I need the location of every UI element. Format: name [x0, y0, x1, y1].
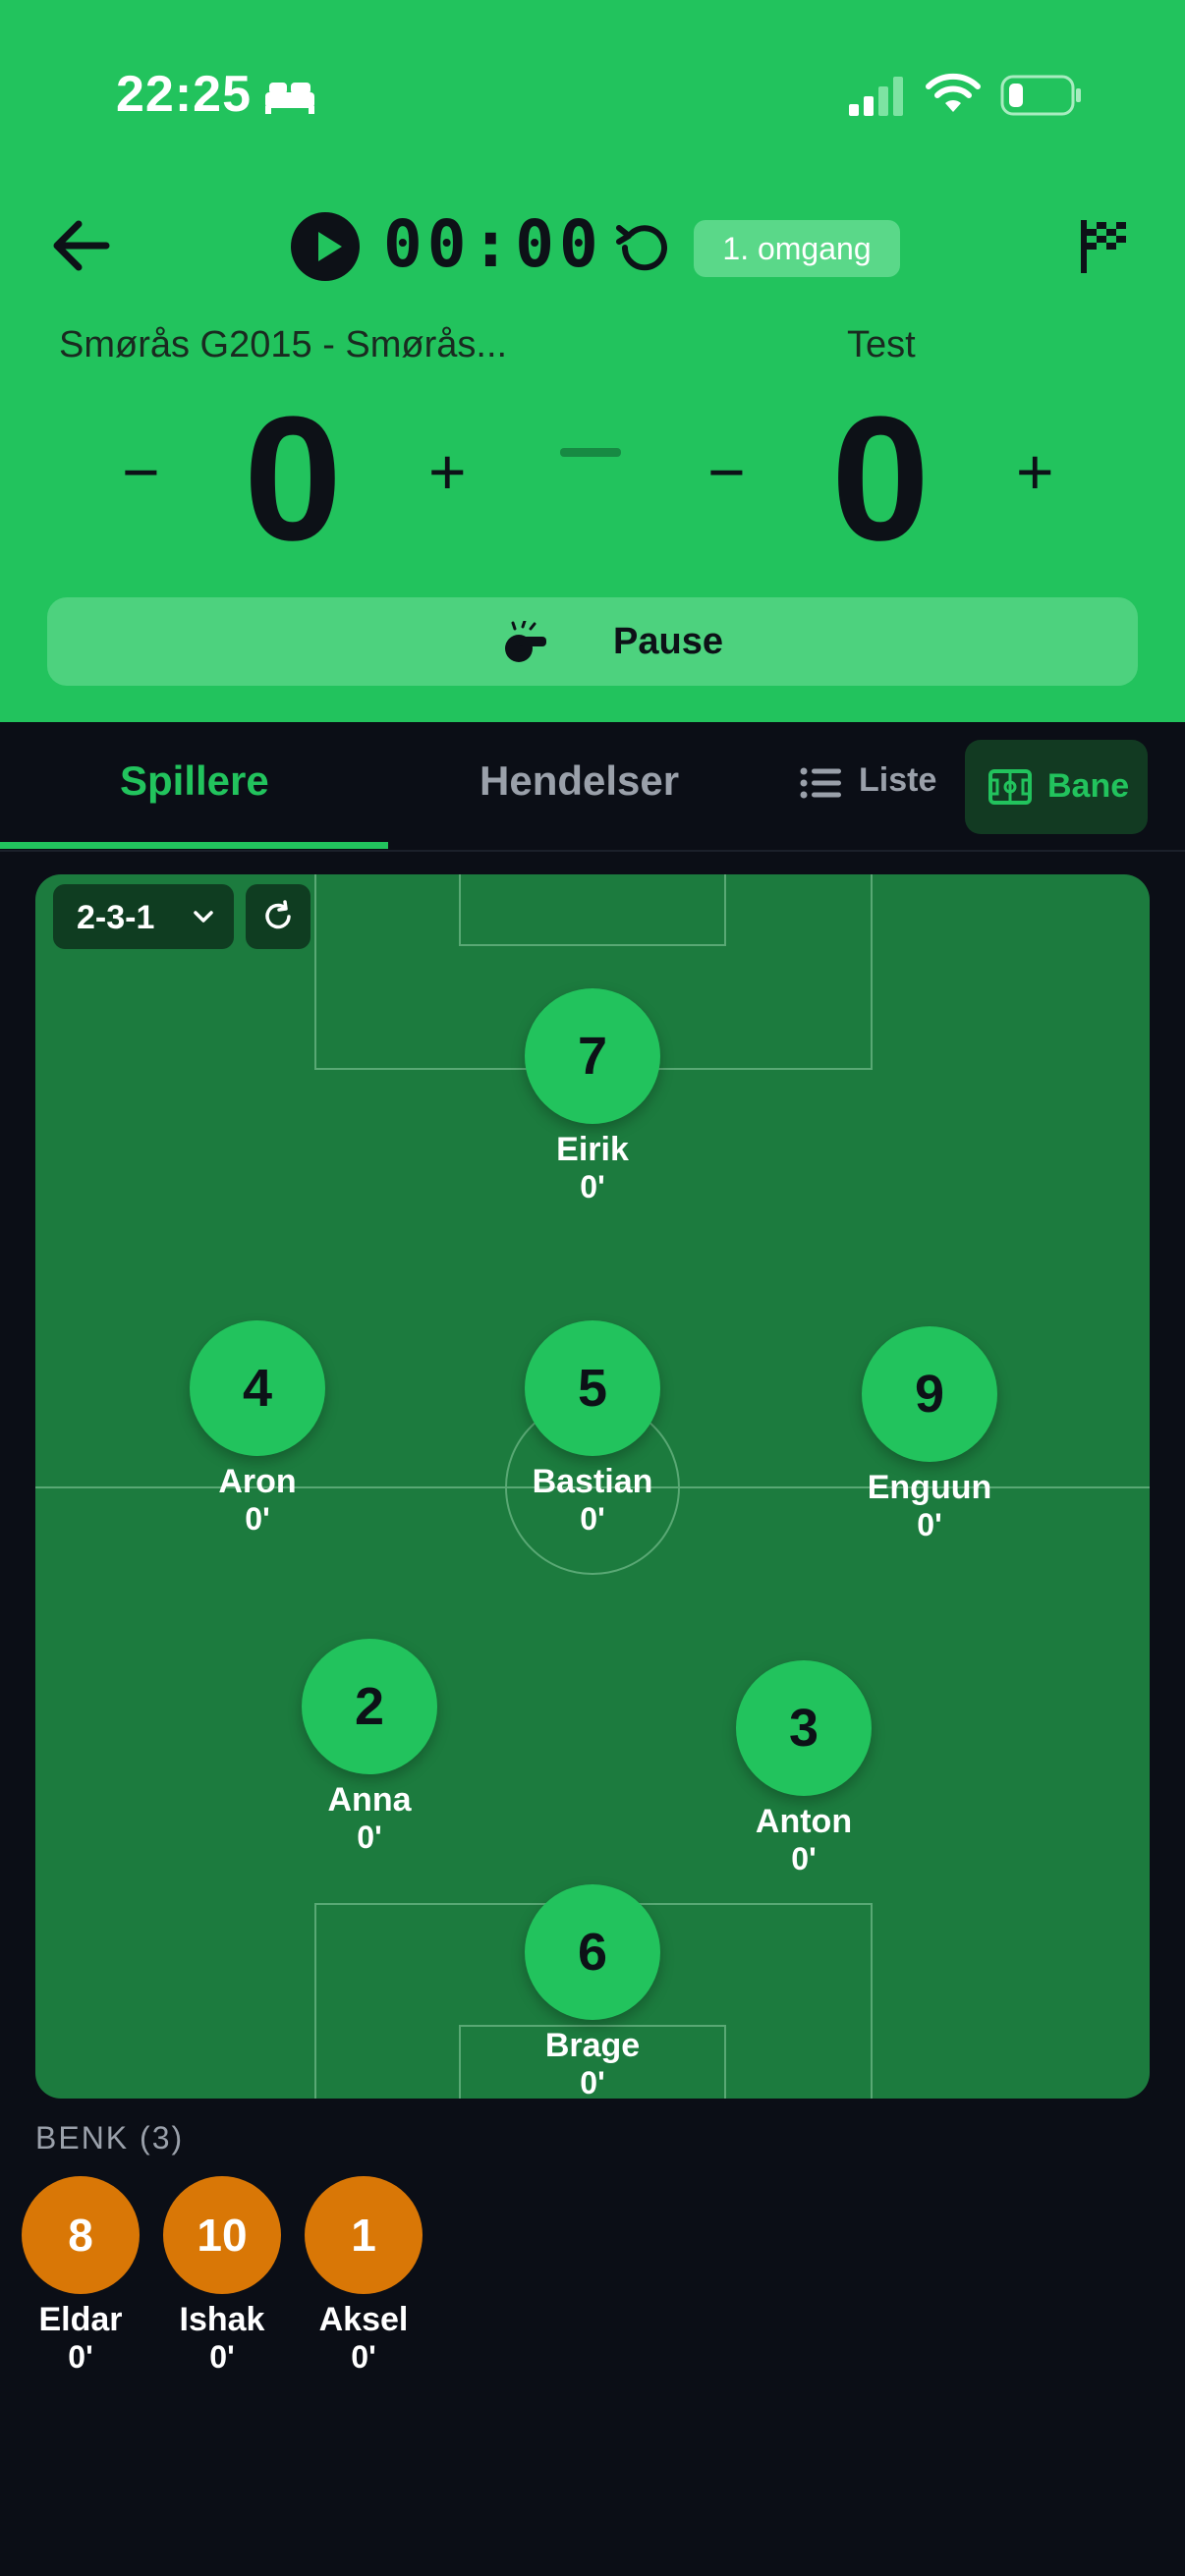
player-name: Aron — [218, 1463, 297, 1500]
back-arrow-icon[interactable] — [49, 216, 112, 275]
player-name: Enguun — [867, 1469, 992, 1506]
home-score-plus-button[interactable]: + — [428, 432, 467, 511]
player-number: 2 — [302, 1639, 437, 1774]
player-name: Anton — [755, 1803, 853, 1840]
player-number: 6 — [525, 1884, 660, 2020]
bench-player-card[interactable]: 1 Aksel 0' — [293, 2176, 434, 2375]
away-team-name: Test — [847, 324, 916, 365]
player-number: 9 — [862, 1326, 997, 1462]
player-minutes: 0' — [791, 1841, 817, 1876]
battery-icon — [1000, 75, 1081, 116]
whistle-icon — [505, 621, 546, 662]
player-card[interactable]: 6 Brage 0' — [484, 1884, 701, 2099]
player-card[interactable]: 7 Eirik 0' — [484, 988, 701, 1204]
bench-title: BENK (3) — [35, 2120, 185, 2156]
tab-events[interactable]: Hendelser — [480, 757, 679, 805]
score-separator — [560, 448, 621, 457]
player-name: Bastian — [532, 1463, 653, 1500]
pitch-view-button[interactable]: Bane — [965, 740, 1148, 834]
player-number: 7 — [525, 988, 660, 1124]
player-minutes: 0' — [351, 2339, 376, 2375]
bed-icon — [265, 83, 314, 114]
player-name: Brage — [544, 2027, 641, 2064]
player-number: 10 — [163, 2176, 281, 2294]
away-score-plus-button[interactable]: + — [1016, 432, 1054, 511]
list-icon — [800, 767, 841, 799]
player-name: Aksel — [318, 2301, 409, 2338]
player-minutes: 0' — [917, 1507, 942, 1542]
player-minutes: 0' — [580, 1501, 605, 1537]
player-name: Ishak — [179, 2301, 265, 2338]
away-score: 0 — [831, 380, 931, 578]
home-team-name: Smørås G2015 - Smørås... — [59, 324, 508, 365]
home-score-minus-button[interactable]: − — [122, 432, 160, 511]
play-button[interactable] — [291, 212, 360, 281]
player-card[interactable]: 2 Anna 0' — [261, 1639, 478, 1855]
signal-icon — [849, 77, 903, 116]
status-time: 22:25 — [116, 66, 252, 123]
tab-bar: Spillere Hendelser Liste Bane — [0, 722, 1185, 852]
player-number: 8 — [22, 2176, 140, 2294]
pitch-icon — [988, 769, 1032, 805]
player-number: 1 — [305, 2176, 423, 2294]
player-name: Eldar — [38, 2301, 123, 2338]
pause-label: Pause — [613, 621, 723, 662]
player-number: 5 — [525, 1320, 660, 1456]
finish-flag-icon[interactable] — [1079, 218, 1128, 275]
bench-player-card[interactable]: 10 Ishak 0' — [151, 2176, 293, 2375]
match-timer: 00:00 — [383, 206, 603, 282]
bench-player-card[interactable]: 8 Eldar 0' — [10, 2176, 151, 2375]
list-view-label: Liste — [859, 761, 937, 799]
player-minutes: 0' — [245, 1501, 270, 1537]
player-minutes: 0' — [580, 1169, 605, 1204]
reset-timer-icon[interactable] — [611, 218, 674, 277]
player-minutes: 0' — [68, 2339, 93, 2375]
tab-players[interactable]: Spillere — [120, 757, 269, 805]
player-card[interactable]: 5 Bastian 0' — [484, 1320, 701, 1537]
chevron-down-icon — [194, 911, 213, 923]
pause-button[interactable]: Pause — [47, 597, 1138, 686]
player-card[interactable]: 4 Aron 0' — [149, 1320, 366, 1537]
formation-value: 2-3-1 — [77, 899, 155, 936]
player-number: 3 — [736, 1660, 872, 1796]
player-minutes: 0' — [357, 1820, 382, 1855]
player-minutes: 0' — [580, 2065, 605, 2099]
player-card[interactable]: 3 Anton 0' — [696, 1660, 912, 1876]
reset-formation-button[interactable] — [246, 884, 310, 949]
match-header: 22:25 00:00 1. omgang Smørås G2015 - Smø… — [0, 0, 1185, 722]
away-score-minus-button[interactable]: − — [707, 432, 746, 511]
refresh-icon — [265, 900, 291, 929]
player-name: Eirik — [556, 1131, 629, 1168]
period-badge[interactable]: 1. omgang — [694, 220, 900, 277]
player-number: 4 — [190, 1320, 325, 1456]
pitch-view-label: Bane — [1047, 767, 1130, 805]
player-card[interactable]: 9 Enguun 0' — [821, 1326, 1038, 1542]
pitch: 2-3-1 7 Eirik 0' 4 Aron 0' 5 Bastian 0' … — [35, 874, 1150, 2099]
player-minutes: 0' — [209, 2339, 235, 2375]
active-tab-indicator — [0, 842, 388, 849]
player-name: Anna — [327, 1781, 412, 1819]
home-score: 0 — [244, 380, 343, 578]
wifi-icon — [926, 73, 981, 112]
formation-select[interactable]: 2-3-1 — [53, 884, 234, 949]
